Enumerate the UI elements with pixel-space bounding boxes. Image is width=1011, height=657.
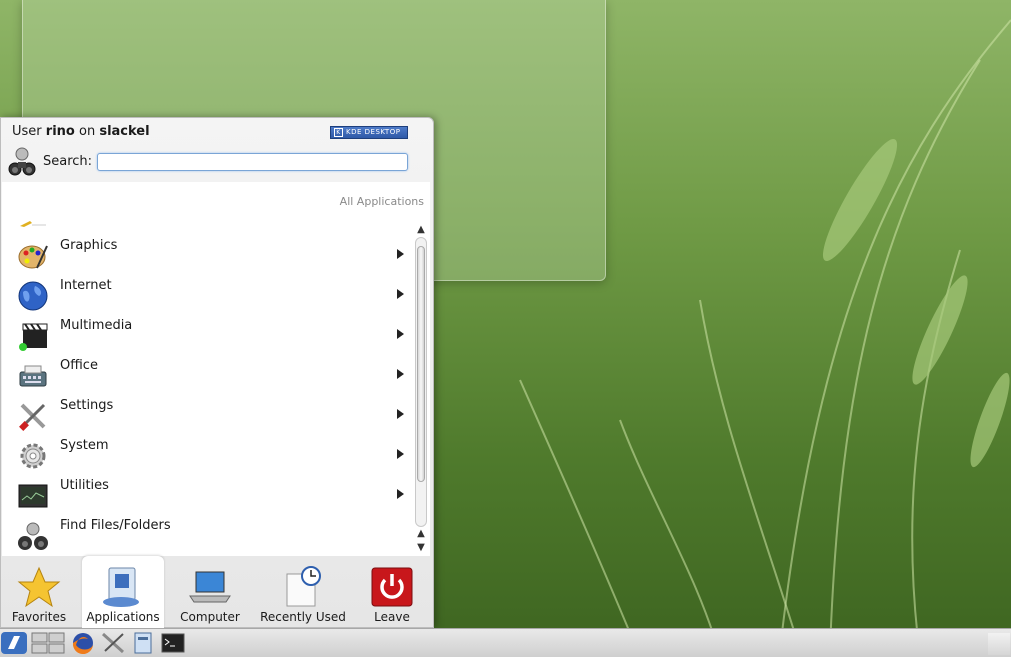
clapperboard-icon — [19, 323, 48, 351]
menu-item-label: Settings — [60, 398, 114, 413]
submenu-arrow-icon — [397, 489, 404, 499]
menu-item-internet[interactable]: Internet — [2, 276, 412, 316]
menu-item-multimedia[interactable]: Multimedia — [2, 316, 412, 356]
applications-list: All Applications Graphics Internet Multi… — [2, 182, 430, 556]
user-info: User rino on slackel — [12, 124, 150, 139]
tab-label: Applications — [86, 610, 160, 624]
submenu-arrow-icon — [397, 409, 404, 419]
search-input[interactable] — [97, 153, 408, 171]
menu-item-label: Graphics — [60, 238, 118, 253]
tab-label: Computer — [180, 610, 240, 624]
search-label: Search: — [43, 154, 93, 169]
tab-label: Favorites — [11, 610, 67, 624]
menu-item-label: Find Files/Folders — [60, 518, 171, 533]
menu-item-label: Office — [60, 358, 98, 373]
scroll-up-arrow-icon[interactable]: ▲ — [414, 224, 428, 236]
partial-item-icon — [20, 221, 46, 227]
menu-item-utilities[interactable]: Utilities — [2, 476, 412, 516]
menu-item-settings[interactable]: Settings — [2, 396, 412, 436]
menu-item-graphics[interactable]: Graphics — [2, 236, 412, 276]
applications-icon — [103, 567, 139, 607]
typewriter-icon — [19, 365, 47, 387]
laptop-icon — [189, 571, 231, 603]
star-icon — [17, 566, 61, 608]
host-prefix: on — [78, 124, 96, 139]
list-scrollbar[interactable]: ▲ ▲ ▼ — [414, 224, 428, 554]
menu-item-label: System — [60, 438, 109, 453]
scroll-up-arrow-icon[interactable]: ▲ — [414, 528, 428, 540]
clock-document-icon — [286, 566, 321, 607]
tab-applications[interactable]: Applications — [82, 556, 164, 628]
submenu-arrow-icon — [397, 329, 404, 339]
gear-icon — [20, 443, 46, 469]
scroll-down-arrow-icon[interactable]: ▼ — [414, 542, 428, 554]
palette-icon — [18, 245, 48, 269]
terminal-icon[interactable] — [160, 631, 186, 655]
binoculars-icon — [8, 147, 36, 176]
binoculars-icon — [18, 522, 48, 550]
menu-item-find-files[interactable]: Find Files/Folders — [2, 516, 412, 556]
kickoff-menu: User rino on slackel K KDE DESKTOP Searc… — [0, 117, 434, 628]
menu-item-label: Utilities — [60, 478, 109, 493]
user-name: rino — [45, 124, 75, 139]
tab-recently-used[interactable]: Recently Used — [256, 556, 350, 628]
submenu-arrow-icon — [397, 249, 404, 259]
submenu-arrow-icon — [397, 289, 404, 299]
scroll-thumb[interactable] — [417, 246, 425, 482]
menu-item-office[interactable]: Office — [2, 356, 412, 396]
kde-logo-icon: K — [334, 128, 343, 137]
menu-item-system[interactable]: System — [2, 436, 412, 476]
file-manager-icon[interactable] — [130, 631, 156, 655]
user-prefix: User — [12, 124, 42, 139]
tab-favorites[interactable]: Favorites — [1, 556, 77, 628]
submenu-arrow-icon — [397, 449, 404, 459]
settings-tools-icon[interactable] — [100, 631, 126, 655]
tools-icon — [19, 403, 46, 431]
breadcrumb-all-applications[interactable]: All Applications — [340, 195, 424, 208]
kickoff-launcher-icon[interactable] — [0, 631, 28, 655]
globe-icon — [18, 281, 48, 311]
taskbar-edge-button[interactable] — [988, 633, 1010, 655]
kde-desktop-badge: K KDE DESKTOP — [330, 126, 408, 139]
host-name: slackel — [99, 124, 150, 139]
menu-item-label: Multimedia — [60, 318, 133, 333]
badge-text: KDE DESKTOP — [346, 128, 401, 136]
monitor-icon — [18, 484, 48, 508]
menu-item-label: Internet — [60, 278, 112, 293]
submenu-arrow-icon — [397, 369, 404, 379]
tab-label: Recently Used — [260, 610, 346, 624]
tab-leave[interactable]: Leave — [357, 556, 427, 628]
pager-icon[interactable] — [31, 631, 65, 655]
tab-label: Leave — [374, 610, 410, 624]
firefox-icon[interactable] — [70, 631, 96, 655]
tab-computer[interactable]: Computer — [170, 556, 250, 628]
power-icon — [371, 567, 413, 607]
kickoff-tab-bar: Favorites Applications Computer Recently… — [1, 556, 433, 628]
taskbar — [0, 628, 1011, 657]
